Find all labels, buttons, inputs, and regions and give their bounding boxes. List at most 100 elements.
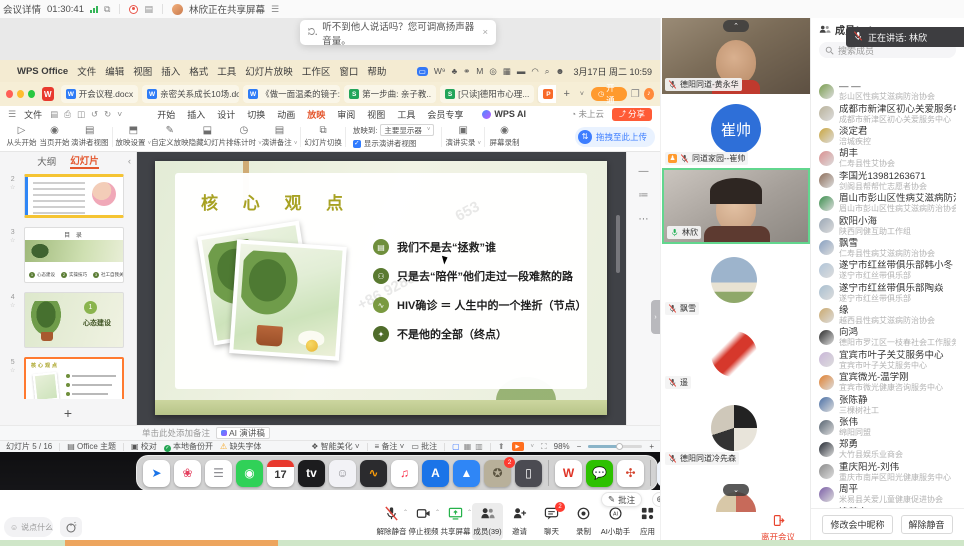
dock-icon-contacts[interactable]: ☺ <box>329 460 356 487</box>
slide-thumbnail[interactable]: 核心观点 <box>24 357 124 399</box>
member-row[interactable]: 遂宁市红丝带俱乐部陶焱遂宁市红丝带俱乐部 <box>811 282 964 304</box>
doc-icon[interactable]: ▤ <box>144 4 153 15</box>
current-slide[interactable]: 核 心 观 点 ▤我们不是去“拯救”谁⚇只是去“陪伴”他们走过一段难熬的路∿HI… <box>155 161 607 415</box>
dock-icon-pinwheel-app[interactable]: ✣ <box>617 460 644 487</box>
video-tile[interactable]: 飘雪 <box>662 244 810 318</box>
ribbon-tab-会员专享[interactable]: 会员专享 <box>426 107 464 122</box>
dock-icon-wechat[interactable]: 💬 <box>586 460 613 487</box>
quick-icon[interactable]: ⎙ <box>64 109 71 120</box>
rename-button[interactable]: 修改会中昵称 <box>822 515 892 534</box>
menu-item-帮助[interactable]: 帮助 <box>367 64 386 78</box>
menu-item-窗口[interactable]: 窗口 <box>339 64 358 78</box>
document-tab[interactable]: S[只读]德阳市心理... <box>440 85 534 103</box>
cam-button[interactable]: 停止视频⌃ <box>408 503 439 540</box>
status-icon[interactable]: ▭ <box>417 67 428 76</box>
canvas-scrollbar[interactable] <box>616 215 620 273</box>
tool-当页开始[interactable]: ◉当页开始 <box>38 123 71 151</box>
ribbon-tab-视图[interactable]: 视图 <box>366 107 386 122</box>
expand-tiles-button[interactable]: ⌄ <box>723 484 749 496</box>
member-row[interactable]: 宜宾微光-温学刚宜宾市微光健康咨询服务中心 <box>811 371 964 393</box>
leave-meeting-button[interactable]: 离开会议 <box>748 514 808 543</box>
notes-toggle[interactable]: ≡ 备注 ˅ <box>375 441 405 452</box>
view-switcher[interactable]: ▢▦▥ <box>452 442 483 451</box>
ribbon-tab-工具[interactable]: 工具 <box>396 107 416 122</box>
tool-从头开始[interactable]: ▷从头开始 <box>5 123 38 151</box>
ai-button[interactable]: AIAI小助手 <box>600 503 631 540</box>
tool-排练计时[interactable]: ◷排练计时 ˅ <box>226 123 262 151</box>
status-icon[interactable]: ⚭ <box>463 66 470 77</box>
status-icon[interactable]: ⌕ <box>545 66 550 77</box>
menu-item-插入[interactable]: 插入 <box>161 64 180 78</box>
share-button[interactable]: ⤴分享 <box>612 108 652 121</box>
upgrade-button[interactable]: ◷开通 <box>591 87 627 101</box>
video-tile[interactable]: 林欣 <box>662 168 810 244</box>
minimize-pane-icon[interactable]: — <box>639 166 649 177</box>
member-row[interactable]: 重庆阳光-刘伟重庆市南岸区阳光健康服务中心 <box>811 461 964 483</box>
member-row[interactable]: — —彭山区性病艾滋病防治协会 <box>811 80 964 102</box>
tab-list-caret-icon[interactable]: ˅ <box>577 91 587 98</box>
mic-button[interactable]: 解除静音⌃ <box>376 503 407 540</box>
tool-演讲实录[interactable]: ▣演讲实录 ˅ <box>445 123 481 151</box>
quick-icon[interactable]: ↻ <box>104 109 111 120</box>
quick-icon[interactable]: ↺ <box>91 109 98 120</box>
format-settings-icon[interactable]: ≔ <box>639 190 649 201</box>
invite-button[interactable]: 邀请 <box>504 503 535 540</box>
play-slideshow-button[interactable]: ▶ <box>512 442 524 451</box>
member-row[interactable]: 眉山市彭山区性病艾滋病防治协会眉山市彭山区性病艾滋病防治协会 <box>811 192 964 214</box>
status-icon[interactable]: ☻ <box>556 66 565 76</box>
status-icon[interactable]: ▬ <box>517 66 526 76</box>
voice-avatar-icon[interactable]: ♪ <box>644 88 654 100</box>
menu-item-视图[interactable]: 视图 <box>133 64 152 78</box>
dock-icon-reminders[interactable]: ☰ <box>205 460 232 487</box>
member-row[interactable]: 胡丰仁寿县性艾协会 <box>811 147 964 169</box>
member-row[interactable]: 李国光13981263671剑阁县帮帮忙志愿者协会 <box>811 170 964 192</box>
video-tile[interactable]: ⌃德阳同道-黄永华 <box>662 18 810 94</box>
display-select[interactable]: 主要显示器˅ <box>380 124 434 136</box>
slide-thumbnail[interactable] <box>24 174 124 218</box>
dock-icon-music[interactable]: ♫ <box>391 460 418 487</box>
tool-演讲者视图[interactable]: ▤演讲者视图 <box>71 123 109 151</box>
quick-icon[interactable]: ◫ <box>77 109 85 120</box>
member-row[interactable]: 向鸿德阳市罗江区一枝春社会工作服务中心 <box>811 326 964 348</box>
member-row[interactable]: 遂宁市红丝带俱乐部韩小冬遂宁市红丝带俱乐部 <box>811 259 964 281</box>
collapse-tiles-button[interactable]: ⌃ <box>723 20 749 32</box>
people-button[interactable]: 成员(39) <box>472 503 503 540</box>
window-restore-icon[interactable]: ❐ <box>631 89 640 100</box>
tool-幻灯片切换[interactable]: ⧉幻灯片切换 <box>304 123 342 151</box>
member-row[interactable]: 宜宾市叶子关艾服务中心宜宾市叶子关艾服务中心 <box>811 349 964 371</box>
backup-status[interactable]: ✓ 本地备份开 <box>164 441 213 452</box>
video-tile[interactable]: 德阳同道冷先森 <box>662 392 810 468</box>
ribbon-tab-设计[interactable]: 设计 <box>216 107 236 122</box>
popout-icon[interactable]: ⧉ <box>104 4 110 15</box>
gesture-button[interactable] <box>60 517 82 537</box>
more-icon[interactable]: ⋯ <box>639 214 649 225</box>
status-icon[interactable]: W⁹ <box>434 66 446 76</box>
member-row[interactable]: 周平米易县关爱儿童健康促进协会 <box>811 483 964 505</box>
ribbon-tab-插入[interactable]: 插入 <box>186 107 206 122</box>
dock-icon-mountain-app[interactable]: ▲ <box>453 460 480 487</box>
dock-icon-appstore[interactable]: A <box>422 460 449 487</box>
upload-icon[interactable]: ⬆ <box>498 442 505 451</box>
notes-placeholder[interactable]: 单击此处添加备注 <box>142 427 210 439</box>
close-icon[interactable]: × <box>482 27 488 38</box>
tool-演讲备注[interactable]: ▤演讲备注 ˅ <box>262 123 298 151</box>
member-row[interactable]: 飘雪仁寿县性病艾滋病防治协会 <box>811 237 964 259</box>
minimize-window-button[interactable] <box>17 90 24 98</box>
proof-button[interactable]: ▣ 校对 <box>131 441 157 452</box>
ribbon-tab-切换[interactable]: 切换 <box>246 107 266 122</box>
meeting-detail-link[interactable]: 会议详情 <box>3 2 41 16</box>
presenter-checkbox[interactable]: ✓ <box>353 140 361 148</box>
status-icon[interactable]: ◠ <box>531 66 538 77</box>
video-tile[interactable]: 遥 <box>662 318 810 392</box>
tool-屏幕录制[interactable]: ◉屏幕录制 <box>488 123 521 151</box>
cloud-status[interactable]: ◔ 未上云 <box>571 108 604 120</box>
document-tab[interactable]: S第一步曲: 亲子教.. <box>344 85 436 103</box>
menu-item-编辑[interactable]: 编辑 <box>105 64 124 78</box>
document-tab[interactable]: W《做一面温柔的镜子: <box>243 85 340 103</box>
tool-隐藏幻灯片[interactable]: ⬓隐藏幻灯片 <box>189 123 227 151</box>
tool-放映设置[interactable]: ⬒放映设置 ˅ <box>116 123 152 151</box>
video-tile[interactable]: 崔帅♟同道家园--崔帅 <box>662 94 810 168</box>
close-window-button[interactable] <box>6 90 13 98</box>
dock-icon-facetime[interactable]: ◉ <box>236 460 263 487</box>
slide-thumbnail[interactable]: 1心态建设 <box>24 292 124 348</box>
